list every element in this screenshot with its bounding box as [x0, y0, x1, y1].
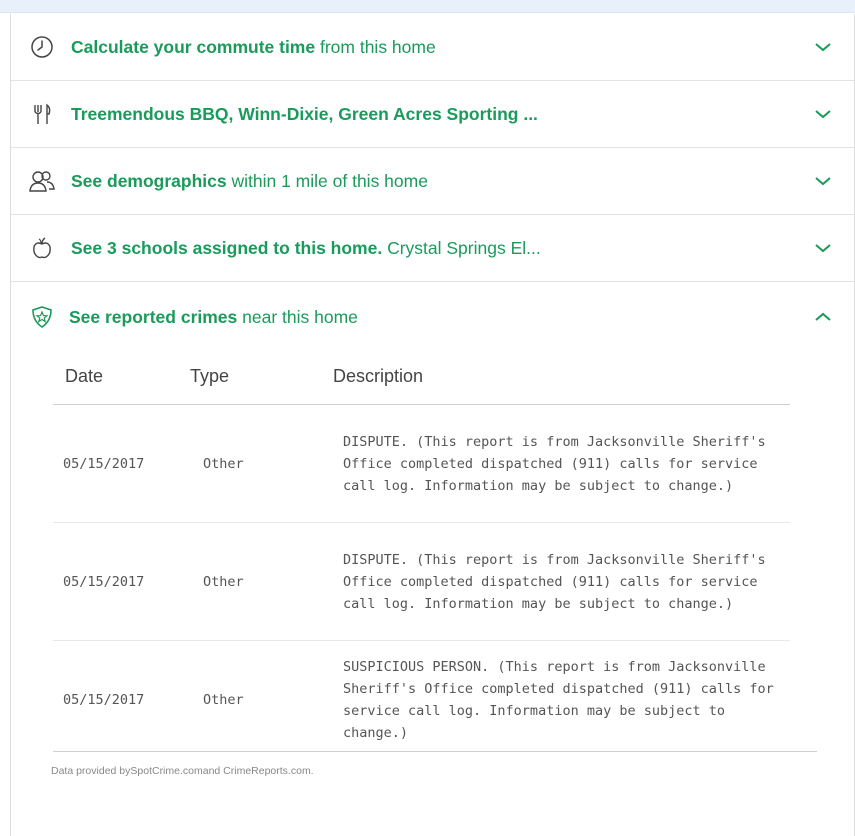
crime-date: 05/15/2017: [63, 691, 145, 708]
crime-description: SUSPICIOUS PERSON. (This report is from …: [343, 658, 774, 741]
table-row: 05/15/2017 Other SUSPICIOUS PERSON. (Thi…: [53, 641, 790, 752]
chevron-down-icon[interactable]: [814, 108, 832, 120]
shield-star-icon: [29, 304, 55, 330]
schools-title[interactable]: See 3 schools assigned to this home. Cry…: [71, 238, 541, 259]
crime-type: Other: [203, 691, 244, 708]
nearby-places-title[interactable]: Treemendous BBQ, Winn-Dixie, Green Acres…: [71, 104, 538, 125]
crimes-section: See reported crimes near this home Date …: [11, 282, 854, 741]
crime-type: Other: [203, 455, 244, 472]
crime-description: DISPUTE. (This report is from Jacksonvil…: [343, 433, 766, 494]
people-icon: [29, 168, 55, 194]
schools-row[interactable]: See 3 schools assigned to this home. Cry…: [11, 215, 854, 282]
chevron-down-icon[interactable]: [814, 242, 832, 254]
clock-icon: [29, 34, 55, 60]
table-row: 05/15/2017 Other DISPUTE. (This report i…: [53, 405, 790, 523]
crime-type: Other: [203, 573, 244, 590]
commute-title[interactable]: Calculate your commute time from this ho…: [71, 37, 436, 58]
nearby-places-row[interactable]: Treemendous BBQ, Winn-Dixie, Green Acres…: [11, 81, 854, 148]
column-header-type[interactable]: Type: [190, 366, 333, 387]
crime-date: 05/15/2017: [63, 455, 145, 472]
demographics-row[interactable]: See demographics within 1 mile of this h…: [11, 148, 854, 215]
fork-knife-icon: [29, 101, 55, 127]
crimes-table: Date Type Description 05/15/2017 Other D…: [53, 348, 817, 752]
apple-icon: [29, 235, 55, 261]
crime-date: 05/15/2017: [63, 573, 145, 590]
chevron-up-icon[interactable]: [814, 311, 832, 323]
top-bar: [0, 0, 855, 13]
table-divider: [53, 751, 817, 752]
data-source-note: Data provided bySpotCrime.comand CrimeRe…: [51, 765, 314, 777]
demographics-title[interactable]: See demographics within 1 mile of this h…: [71, 171, 428, 192]
crimes-row[interactable]: See reported crimes near this home: [11, 282, 854, 352]
crimes-title[interactable]: See reported crimes near this home: [69, 307, 358, 328]
crime-description: DISPUTE. (This report is from Jacksonvil…: [343, 551, 766, 612]
table-header: Date Type Description: [53, 348, 790, 405]
chevron-down-icon[interactable]: [814, 175, 832, 187]
home-details-panel: Calculate your commute time from this ho…: [10, 14, 855, 836]
column-header-date[interactable]: Date: [53, 366, 190, 387]
commute-row[interactable]: Calculate your commute time from this ho…: [11, 14, 854, 81]
table-row: 05/15/2017 Other DISPUTE. (This report i…: [53, 523, 790, 641]
chevron-down-icon[interactable]: [814, 41, 832, 53]
column-header-description[interactable]: Description: [333, 366, 790, 387]
